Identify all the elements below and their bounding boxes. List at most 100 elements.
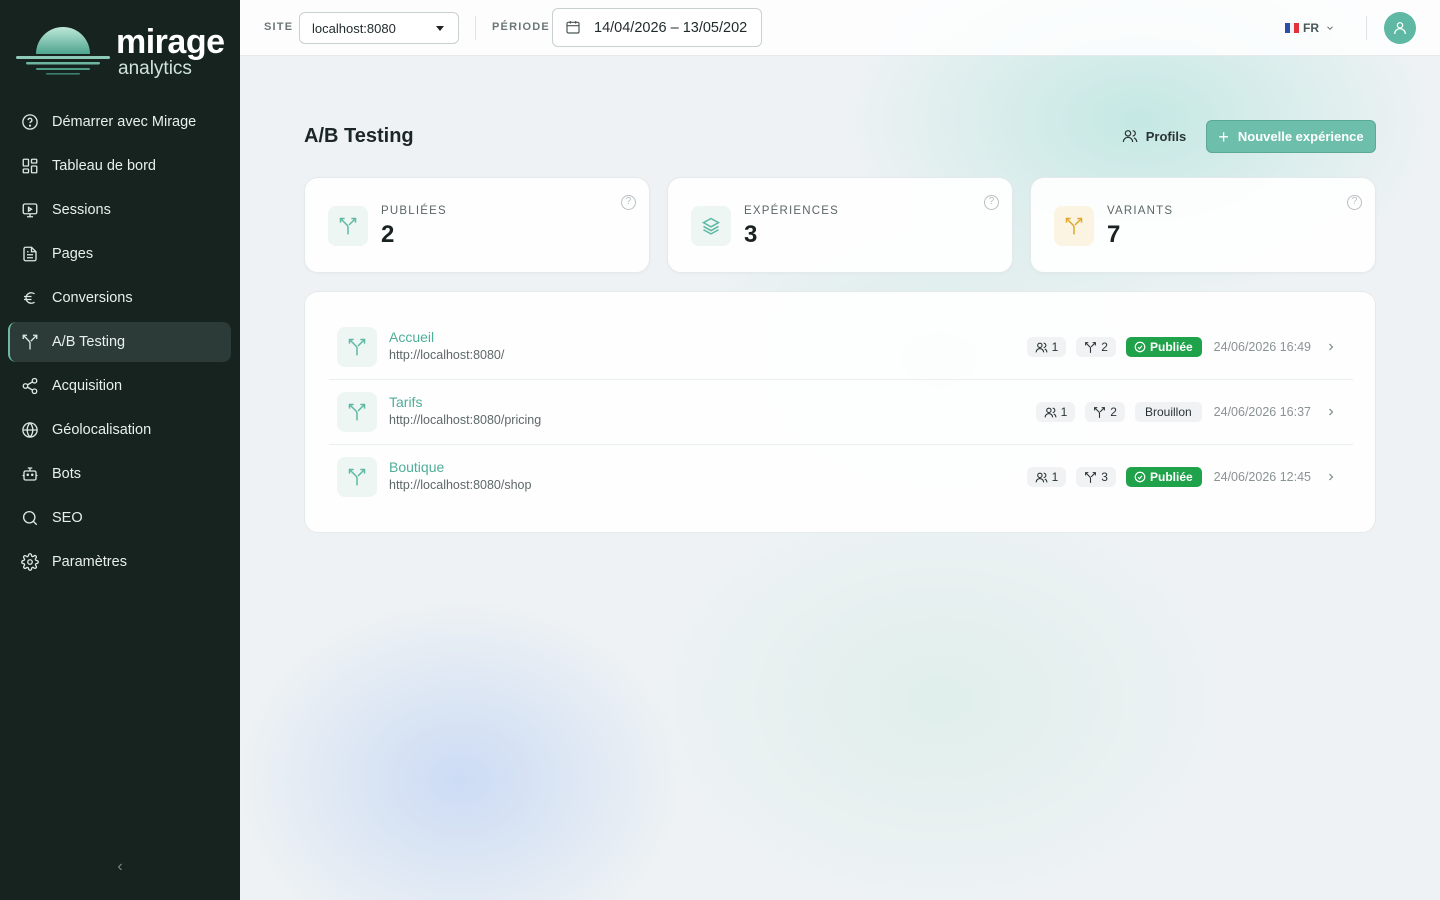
status-label: Brouillon xyxy=(1144,405,1192,419)
stat-card-experiences: EXPÉRIENCES 3 ? xyxy=(667,177,1013,273)
sidebar-item-label: Sessions xyxy=(52,202,111,218)
check-circle-icon xyxy=(1134,471,1146,483)
sidebar-item-tableau-de-bord[interactable]: Tableau de bord xyxy=(8,146,231,186)
profiles-count: 1 xyxy=(1035,402,1076,422)
split-icon xyxy=(1093,406,1106,419)
stat-label: VARIANTS xyxy=(1107,205,1174,217)
split-icon xyxy=(1084,341,1097,354)
help-icon[interactable]: ? xyxy=(984,195,999,210)
bot-icon xyxy=(21,465,39,483)
experiment-url: http://localhost:8080/ xyxy=(389,348,505,362)
sidebar-item-ab-testing[interactable]: A/B Testing xyxy=(8,322,231,362)
period-date-range[interactable]: 14/04/2026 – 13/05/202 xyxy=(552,8,762,47)
help-circle-icon xyxy=(21,113,39,131)
profiles-count: 1 xyxy=(1026,467,1067,487)
stat-value: 7 xyxy=(1107,221,1121,248)
list-item[interactable]: Tarifs http://localhost:8080/pricing 1 2… xyxy=(329,380,1353,445)
mirage-logo-icon xyxy=(16,27,110,75)
split-icon xyxy=(337,327,377,367)
status-badge: Publiée xyxy=(1125,467,1202,487)
users-icon xyxy=(1035,341,1048,354)
chevron-right-icon[interactable] xyxy=(1325,341,1337,353)
list-item[interactable]: Accueil http://localhost:8080/ 1 2 Publi… xyxy=(329,315,1353,380)
users-icon xyxy=(1035,471,1048,484)
split-icon xyxy=(337,392,377,432)
variants-count-value: 2 xyxy=(1110,405,1117,419)
main-area: SITE localhost:8080 PÉRIODE 14/04/2026 –… xyxy=(240,0,1440,900)
caret-down-icon xyxy=(436,26,444,31)
france-flag-icon xyxy=(1285,23,1300,33)
variants-count-value: 3 xyxy=(1101,470,1108,484)
globe-icon xyxy=(21,421,39,439)
divider xyxy=(1366,16,1367,40)
help-icon[interactable]: ? xyxy=(1347,195,1362,210)
chevron-left-icon[interactable]: ‹ xyxy=(112,858,128,878)
status-label: Publiée xyxy=(1149,340,1193,354)
experiment-name[interactable]: Accueil xyxy=(389,329,434,345)
sidebar-item-acquisition[interactable]: Acquisition xyxy=(8,366,231,406)
sidebar-item-label: Géolocalisation xyxy=(52,422,152,438)
variants-count: 3 xyxy=(1076,467,1116,487)
check-circle-icon xyxy=(1134,341,1146,353)
profils-button[interactable]: Profils xyxy=(1114,120,1194,152)
split-icon xyxy=(1054,206,1094,246)
variants-count: 2 xyxy=(1085,402,1125,422)
experiment-date: 24/06/2026 16:49 xyxy=(1213,340,1311,354)
profiles-count-value: 1 xyxy=(1051,470,1059,484)
help-icon[interactable]: ? xyxy=(621,195,636,210)
sidebar-item-demarrer[interactable]: Démarrer avec Mirage xyxy=(8,102,231,142)
language-select[interactable]: FR xyxy=(1285,19,1335,37)
experiment-meta: 1 2 Brouillon 24/06/2026 16:37 xyxy=(1035,402,1337,422)
layers-icon xyxy=(691,206,731,246)
chevron-right-icon[interactable] xyxy=(1325,406,1337,418)
topbar: SITE localhost:8080 PÉRIODE 14/04/2026 –… xyxy=(240,0,1440,56)
sidebar-item-label: Pages xyxy=(52,246,94,262)
sidebar: mirage analytics Démarrer avec Mirage Ta… xyxy=(0,0,240,900)
stat-label: PUBLIÉES xyxy=(381,205,447,217)
sidebar-item-geolocalisation[interactable]: Géolocalisation xyxy=(8,410,231,450)
divider xyxy=(475,16,476,40)
chevron-down-icon xyxy=(1325,23,1335,33)
experiment-url: http://localhost:8080/shop xyxy=(389,478,532,492)
sidebar-item-parametres[interactable]: Paramètres xyxy=(8,542,231,582)
new-experience-button[interactable]: + Nouvelle expérience xyxy=(1206,120,1376,153)
sidebar-item-sessions[interactable]: Sessions xyxy=(8,190,231,230)
experiment-date: 24/06/2026 16:37 xyxy=(1213,405,1311,419)
sidebar-item-conversions[interactable]: Conversions xyxy=(8,278,231,318)
status-badge: Publiée xyxy=(1125,337,1202,357)
language-value: FR xyxy=(1303,21,1319,35)
users-icon xyxy=(1044,406,1057,419)
experiment-name[interactable]: Boutique xyxy=(389,459,444,475)
stat-label: EXPÉRIENCES xyxy=(744,205,840,217)
split-icon xyxy=(328,206,368,246)
variants-count: 2 xyxy=(1076,337,1116,357)
gear-icon xyxy=(21,553,39,571)
experiment-meta: 1 3 Publiée 24/06/2026 12:45 xyxy=(1026,467,1337,487)
sidebar-nav: Démarrer avec Mirage Tableau de bord Ses… xyxy=(8,102,231,586)
experiment-meta: 1 2 Publiée 24/06/2026 16:49 xyxy=(1026,337,1337,357)
sidebar-item-pages[interactable]: Pages xyxy=(8,234,231,274)
sidebar-item-label: Tableau de bord xyxy=(52,158,156,174)
stat-card-publiees: PUBLIÉES 2 ? xyxy=(304,177,650,273)
dashboard-icon xyxy=(21,157,39,175)
experiment-name[interactable]: Tarifs xyxy=(389,394,422,410)
brand-subtitle: analytics xyxy=(118,58,192,79)
user-icon xyxy=(1394,22,1406,35)
split-icon xyxy=(21,333,39,351)
avatar[interactable] xyxy=(1384,12,1416,44)
profils-label: Profils xyxy=(1145,128,1187,144)
site-select-value: localhost:8080 xyxy=(312,21,396,36)
sidebar-item-label: Acquisition xyxy=(52,378,123,394)
sidebar-item-seo[interactable]: SEO xyxy=(8,498,231,538)
plus-icon: + xyxy=(1218,126,1229,147)
chevron-right-icon[interactable] xyxy=(1325,471,1337,483)
brand-logo[interactable]: mirage analytics xyxy=(14,20,229,82)
sidebar-item-bots[interactable]: Bots xyxy=(8,454,231,494)
monitor-play-icon xyxy=(21,201,39,219)
sidebar-item-label: Conversions xyxy=(52,290,133,306)
site-select[interactable]: localhost:8080 xyxy=(299,12,459,44)
sidebar-item-label: Bots xyxy=(52,466,82,482)
variants-count-value: 2 xyxy=(1101,340,1108,354)
period-date-value: 14/04/2026 – 13/05/202 xyxy=(594,20,748,36)
list-item[interactable]: Boutique http://localhost:8080/shop 1 3 … xyxy=(329,445,1353,510)
